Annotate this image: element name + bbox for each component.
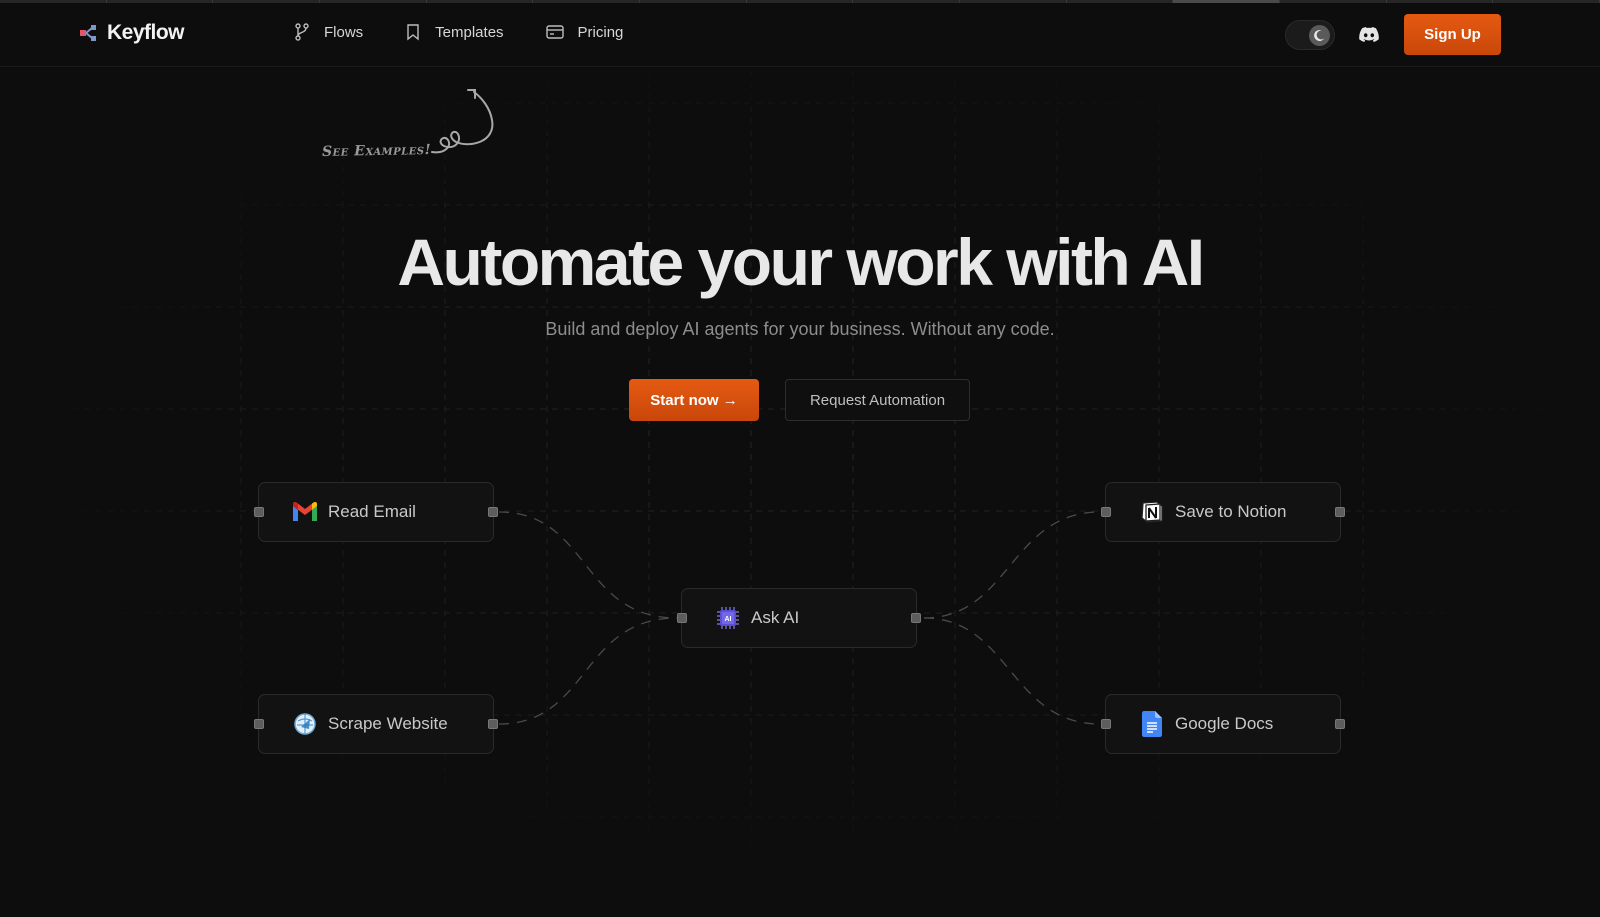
edge-ask-ai-to-google-docs: [923, 617, 1101, 725]
node-label: Read Email: [328, 502, 416, 521]
brand-name: Keyflow: [107, 21, 185, 44]
svg-text:AI: AI: [725, 616, 732, 623]
start-now-button[interactable]: Start now →: [629, 379, 759, 421]
git-branch-icon: [295, 23, 309, 41]
notion-icon: [1139, 499, 1165, 525]
nav-links: Flows Templates Pricing: [294, 23, 623, 41]
toggle-knob: [1309, 24, 1330, 46]
node-label: Save to Notion: [1175, 502, 1287, 521]
edge-read-email-to-ask-ai: [498, 511, 678, 619]
node-read-email[interactable]: Read Email: [254, 482, 498, 542]
flow-connections: [498, 511, 1101, 725]
credit-card-icon: [545, 25, 564, 39]
nav-link-templates[interactable]: Templates: [405, 23, 504, 41]
globe-scraper-icon: [292, 711, 318, 737]
node-scrape-website[interactable]: Scrape Website: [254, 694, 498, 754]
edge-ask-ai-to-notion: [923, 511, 1101, 619]
output-port[interactable]: [488, 719, 498, 729]
hero-subtitle: Build and deploy AI agents for your busi…: [545, 319, 1055, 339]
nav-link-pricing[interactable]: Pricing: [545, 23, 624, 41]
bookmark-icon: [407, 24, 419, 41]
edge-scrape-website-to-ask-ai: [498, 617, 678, 725]
input-port[interactable]: [1101, 507, 1111, 517]
logo[interactable]: Keyflow: [79, 21, 185, 45]
nav-link-label: Templates: [435, 23, 504, 41]
node-save-to-notion[interactable]: Save to Notion: [1101, 482, 1345, 542]
node-label: Google Docs: [1175, 714, 1274, 733]
node-ask-ai[interactable]: AI Ask AI: [677, 588, 921, 648]
hero-title: Automate your work with AI: [397, 225, 1205, 299]
cta-buttons: Start now → Request Automation: [629, 379, 970, 421]
nav-actions: Sign Up: [1285, 14, 1501, 55]
navbar: Keyflow Flows Templates Pricing Sign Up: [0, 3, 1600, 67]
discord-link[interactable]: [1359, 27, 1379, 42]
discord-icon: [1359, 27, 1379, 42]
node-label: Scrape Website: [328, 714, 448, 733]
nav-link-label: Flows: [324, 23, 364, 41]
background-grid: [0, 70, 1600, 917]
theme-toggle[interactable]: [1285, 19, 1335, 50]
nav-link-flows[interactable]: Flows: [294, 23, 363, 41]
sign-up-button[interactable]: Sign Up: [1404, 14, 1501, 55]
input-port[interactable]: [254, 507, 264, 517]
input-port[interactable]: [677, 613, 687, 623]
output-port[interactable]: [488, 507, 498, 517]
input-port[interactable]: [254, 719, 264, 729]
nav-link-label: Pricing: [577, 23, 624, 41]
google-docs-icon: [1139, 711, 1165, 737]
request-automation-button[interactable]: Request Automation: [785, 379, 970, 421]
moon-icon: [1314, 29, 1325, 41]
node-label: Ask AI: [751, 608, 800, 627]
output-port[interactable]: [1335, 719, 1345, 729]
see-examples-annotation: See Examples!: [321, 142, 432, 160]
ai-chip-icon: AI: [715, 605, 741, 631]
keyflow-logo-icon: [80, 25, 96, 41]
node-google-docs[interactable]: Google Docs: [1101, 694, 1345, 754]
output-port[interactable]: [1335, 507, 1345, 517]
output-port[interactable]: [911, 613, 921, 623]
gmail-icon: [292, 499, 318, 525]
input-port[interactable]: [1101, 719, 1111, 729]
